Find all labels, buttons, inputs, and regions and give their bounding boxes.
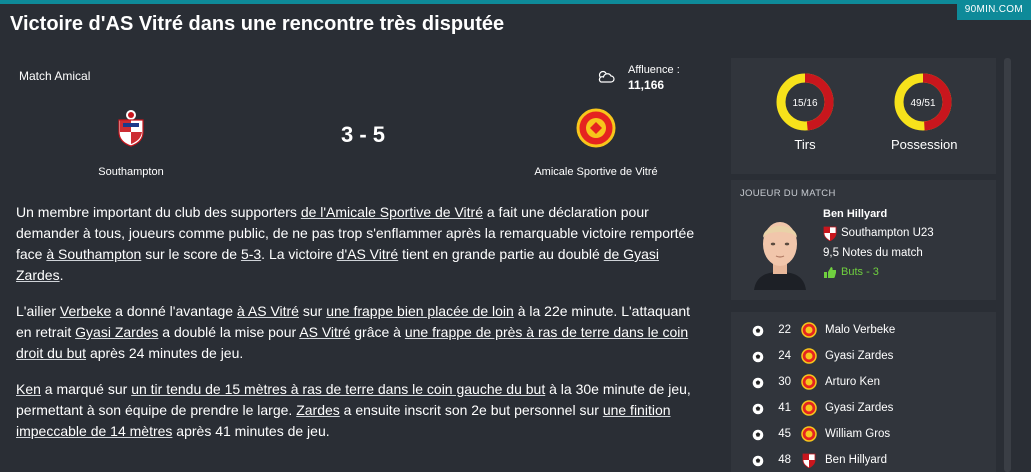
away-team-name[interactable]: Amicale Sportive de Vitré — [516, 166, 676, 178]
link-away-team[interactable]: de l'Amicale Sportive de Vitré — [301, 204, 483, 220]
link-away-team[interactable]: d'AS Vitré — [337, 246, 399, 262]
as-vitre-crest-icon[interactable] — [576, 108, 616, 148]
as-vitre-crest-icon — [801, 374, 817, 390]
goal-minute: 22 — [778, 324, 791, 336]
goal-minute: 41 — [778, 402, 791, 414]
goal-minute: 45 — [778, 428, 791, 440]
football-icon — [752, 429, 764, 441]
scrollbar[interactable] — [1004, 58, 1011, 472]
article-paragraph: Un membre important du club des supporte… — [16, 204, 695, 283]
article-paragraph: Ken a marqué sur un tir tendu de 15 mètr… — [16, 381, 691, 439]
shots-ring: 15/16 — [776, 73, 834, 131]
shots-value: 15/16 — [792, 98, 817, 109]
player-avatar[interactable] — [748, 210, 812, 290]
scorer-row[interactable]: 22 Malo Verbeke — [731, 319, 996, 345]
football-icon — [752, 403, 764, 415]
article-paragraph: L'ailier Verbeke a donné l'avantage à AS… — [16, 303, 691, 361]
goal-minute: 24 — [778, 350, 791, 362]
scorer-row[interactable]: 24 Gyasi Zardes — [731, 345, 996, 371]
match-type: Match Amical — [19, 69, 91, 83]
scorer-name[interactable]: Gyasi Zardes — [825, 350, 893, 362]
football-icon — [752, 351, 764, 363]
link-away-team[interactable]: à AS Vitré — [237, 303, 299, 319]
match-report: Match Amical Affluence : 11,166 3 - 5 So… — [0, 52, 720, 472]
possession-value: 49/51 — [910, 98, 935, 109]
southampton-crest-icon — [802, 453, 816, 468]
possession-label: Possession — [891, 137, 958, 152]
page-title: Victoire d'AS Vitré dans une rencontre t… — [10, 13, 505, 35]
scorer-name[interactable]: Arturo Ken — [825, 376, 880, 388]
southampton-crest-icon — [823, 226, 837, 241]
possession-ring: 49/51 — [894, 73, 952, 131]
potm-rating: 9,5 Notes du match — [823, 247, 923, 259]
football-icon — [752, 377, 764, 389]
link-score[interactable]: 5-3 — [241, 246, 261, 262]
link-goal[interactable]: un tir tendu de 15 mètres à ras de terre… — [131, 381, 545, 397]
goal-minute: 48 — [778, 454, 791, 466]
scorer-name[interactable]: Gyasi Zardes — [825, 402, 893, 414]
football-icon — [752, 455, 764, 467]
scorer-name[interactable]: Ben Hillyard — [825, 454, 887, 466]
match-score: 3 - 5 — [340, 122, 386, 147]
attendance-value: 11,166 — [628, 78, 665, 92]
home-team-name[interactable]: Southampton — [71, 166, 191, 178]
potm-goals: Buts - 3 — [841, 266, 879, 278]
scorer-row[interactable]: 30 Arturo Ken — [731, 371, 996, 397]
link-home-team[interactable]: à Southampton — [46, 246, 141, 262]
as-vitre-crest-icon — [801, 348, 817, 364]
football-icon — [752, 325, 764, 337]
possession-stat[interactable]: 49/51 Possession — [891, 72, 958, 152]
scorer-row[interactable]: 45 William Gros — [731, 423, 996, 449]
potm-title: JOUEUR DU MATCH — [740, 188, 836, 199]
southampton-crest-icon[interactable] — [111, 108, 151, 148]
scorer-name[interactable]: Malo Verbeke — [825, 324, 895, 336]
scorer-row[interactable]: 41 Gyasi Zardes — [731, 397, 996, 423]
article-body: Un membre important du club des supporte… — [16, 202, 706, 457]
attendance-label: Affluence : — [628, 64, 680, 76]
as-vitre-crest-icon — [801, 322, 817, 338]
cloud-icon — [598, 70, 615, 83]
goal-minute: 30 — [778, 376, 791, 388]
top-accent-bar — [0, 0, 1031, 4]
goal-scorers-panel: 22 Malo Verbeke 24 Gyasi Zardes 30 Artur… — [731, 312, 996, 472]
link-player[interactable]: Ken — [16, 381, 41, 397]
link-away-team[interactable]: AS Vitré — [299, 324, 350, 340]
shots-stat[interactable]: 15/16 Tirs — [773, 72, 837, 152]
potm-player-name[interactable]: Ben Hillyard — [823, 208, 887, 220]
scorer-name[interactable]: William Gros — [825, 428, 890, 440]
brand-badge[interactable]: 90MIN.COM — [956, 0, 1031, 20]
link-player[interactable]: Gyasi Zardes — [75, 324, 158, 340]
potm-club[interactable]: Southampton U23 — [841, 227, 934, 239]
link-goal[interactable]: une frappe bien placée de loin — [326, 303, 514, 319]
as-vitre-crest-icon — [801, 426, 817, 442]
scorer-row[interactable]: 48 Ben Hillyard — [731, 449, 996, 472]
shots-label: Tirs — [794, 137, 816, 152]
as-vitre-crest-icon — [801, 400, 817, 416]
link-player[interactable]: Zardes — [296, 402, 340, 418]
player-of-match-panel[interactable]: JOUEUR DU MATCH Ben Hillyard Southampton… — [731, 180, 996, 300]
link-player[interactable]: Verbeke — [60, 303, 111, 319]
thumbs-up-icon — [824, 267, 836, 278]
match-stats-panel: 15/16 Tirs 49/51 Possession — [731, 58, 996, 174]
